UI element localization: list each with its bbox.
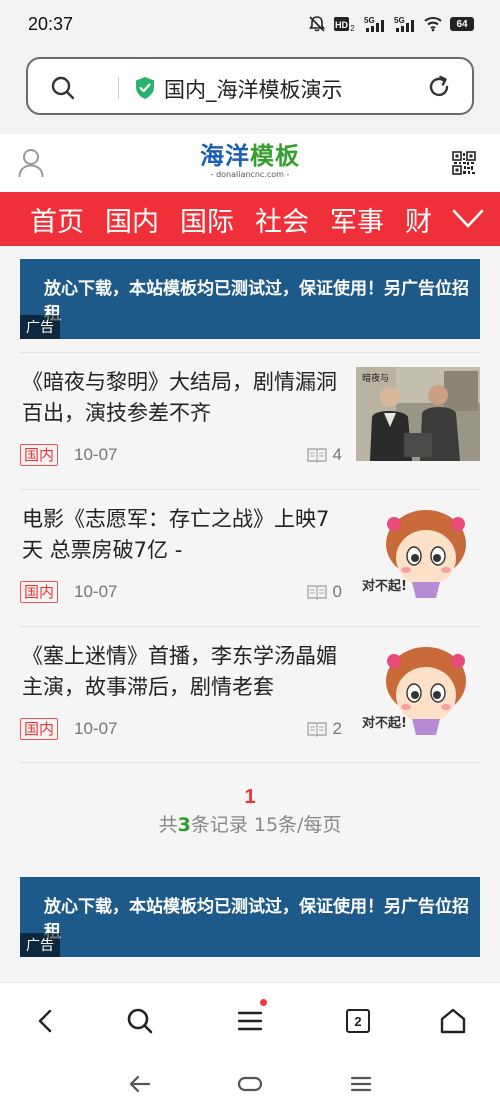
svg-text:对不起!: 对不起! <box>362 578 407 594</box>
read-count: 4 <box>306 445 342 465</box>
home-icon[interactable] <box>433 1001 473 1041</box>
signal-5g-icon: 5G <box>394 14 416 34</box>
news-title[interactable]: 《塞上迷情》首播，李东学汤晶媚主演，故事滞后，剧情老套 <box>22 641 340 703</box>
news-meta: 国内 10-07 4 <box>20 444 342 468</box>
nav-items: 首页 国内 国际 社会 军事 财 <box>30 192 453 246</box>
current-page[interactable]: 1 <box>0 784 500 810</box>
news-date: 10-07 <box>74 582 118 601</box>
svg-text:5G: 5G <box>364 16 375 25</box>
read-count-value: 0 <box>332 582 342 601</box>
book-icon <box>306 585 327 600</box>
search-icon[interactable] <box>120 1001 160 1041</box>
book-icon <box>306 722 327 737</box>
notification-dot <box>260 999 267 1006</box>
news-title[interactable]: 《暗夜与黎明》大结局，剧情漏洞百出，演技参差不齐 <box>22 367 340 429</box>
status-time: 20:37 <box>28 14 74 34</box>
nav-item-finance[interactable]: 财 <box>405 200 432 239</box>
read-count: 0 <box>306 582 342 602</box>
svg-text:2: 2 <box>350 24 355 32</box>
category-tag[interactable]: 国内 <box>20 718 59 740</box>
browser-toolbar: 国内_海洋模板演示 <box>0 50 500 134</box>
news-thumbnail[interactable]: 对不起! <box>356 504 480 598</box>
menu-icon[interactable] <box>230 999 270 1041</box>
system-back-icon[interactable] <box>120 1070 160 1098</box>
pagination-info: 共3条记录 15条/每页 <box>158 814 342 836</box>
qr-code-icon[interactable] <box>452 151 476 179</box>
search-icon[interactable] <box>50 75 76 105</box>
news-thumbnail[interactable]: 暗夜与 <box>356 367 480 461</box>
read-count-value: 4 <box>332 445 342 464</box>
reload-icon[interactable] <box>426 74 452 104</box>
tabs-icon[interactable]: 2 <box>338 1001 378 1041</box>
shield-check-icon <box>134 76 156 104</box>
news-item[interactable]: 《暗夜与黎明》大结局，剧情漏洞百出，演技参差不齐 国内 10-07 4 暗夜与 <box>20 352 480 489</box>
status-bar: 20:37 HD 2 5G 5G 64 <box>0 0 500 50</box>
nav-item-military[interactable]: 军事 <box>330 200 384 239</box>
category-nav: 首页 国内 国际 社会 军事 财 <box>0 192 500 246</box>
read-count: 2 <box>306 719 342 739</box>
book-icon <box>306 448 327 463</box>
svg-text:对不起!: 对不起! <box>362 715 407 731</box>
news-meta: 国内 10-07 0 <box>20 581 342 605</box>
wifi-icon <box>424 14 442 34</box>
system-home-icon[interactable] <box>230 1070 270 1098</box>
logo-text: 海洋模板 <box>200 142 300 170</box>
svg-text:5G: 5G <box>394 16 405 25</box>
news-list: 《暗夜与黎明》大结局，剧情漏洞百出，演技参差不齐 国内 10-07 4 暗夜与 … <box>20 352 480 763</box>
site-header: 海洋模板 - donaliancnc.com - <box>0 134 500 192</box>
nav-item-home[interactable]: 首页 <box>30 200 84 239</box>
system-recents-icon[interactable] <box>341 1070 381 1098</box>
ad-banner[interactable]: 放心下载，本站模板均已测试过，保证使用！另广告位招租 广告 <box>20 877 480 957</box>
category-tag[interactable]: 国内 <box>20 444 59 466</box>
svg-text:HD: HD <box>335 20 348 30</box>
tab-count: 2 <box>346 1009 370 1033</box>
nav-item-domestic[interactable]: 国内 <box>105 200 159 239</box>
ad-tag: 广告 <box>20 315 60 339</box>
svg-text:暗夜与: 暗夜与 <box>362 372 389 384</box>
user-icon[interactable] <box>18 148 44 182</box>
news-date: 10-07 <box>74 719 118 738</box>
ad-banner[interactable]: 放心下载，本站模板均已测试过，保证使用！另广告位招租 广告 <box>20 259 480 339</box>
address-bar[interactable]: 国内_海洋模板演示 <box>26 57 474 115</box>
back-icon[interactable] <box>25 1001 65 1041</box>
ad-text: 放心下载，本站模板均已测试过，保证使用！另广告位招租 <box>44 279 469 324</box>
pagination: 1 共3条记录 15条/每页 <box>0 784 500 844</box>
nav-expand-button[interactable] <box>436 192 500 246</box>
main-content: 放心下载，本站模板均已测试过，保证使用！另广告位招租 广告 《暗夜与黎明》大结局… <box>0 246 500 982</box>
read-count-value: 2 <box>332 719 342 738</box>
news-meta: 国内 10-07 2 <box>20 718 342 742</box>
nav-item-society[interactable]: 社会 <box>255 200 309 239</box>
ad-tag: 广告 <box>20 933 60 957</box>
chevron-down-icon <box>452 209 484 228</box>
signal-5g-icon: 5G <box>364 14 386 34</box>
news-item[interactable]: 电影《志愿军：存亡之战》上映7天 总票房破7亿 - 国内 10-07 0 对不起… <box>20 489 480 626</box>
news-date: 10-07 <box>74 445 118 464</box>
category-tag[interactable]: 国内 <box>20 581 59 603</box>
news-thumbnail[interactable]: 对不起! <box>356 641 480 735</box>
logo-domain: - donaliancnc.com - <box>210 170 290 179</box>
status-icons: HD 2 5G 5G 64 <box>308 14 474 34</box>
site-logo[interactable]: 海洋模板 - donaliancnc.com - <box>194 142 306 184</box>
ad-text: 放心下载，本站模板均已测试过，保证使用！另广告位招租 <box>44 897 469 942</box>
address-divider <box>118 77 119 99</box>
battery-icon: 64 <box>450 17 474 31</box>
nav-item-international[interactable]: 国际 <box>180 200 234 239</box>
news-item[interactable]: 《塞上迷情》首播，李东学汤晶媚主演，故事滞后，剧情老套 国内 10-07 2 对… <box>20 626 480 763</box>
news-title[interactable]: 电影《志愿军：存亡之战》上映7天 总票房破7亿 - <box>22 504 340 566</box>
mute-icon <box>308 14 326 34</box>
address-text[interactable]: 国内_海洋模板演示 <box>164 74 343 104</box>
hd-icon: HD 2 <box>334 14 356 34</box>
browser-bottom-bar: 2 <box>0 982 500 1056</box>
system-nav-bar <box>0 1056 500 1111</box>
